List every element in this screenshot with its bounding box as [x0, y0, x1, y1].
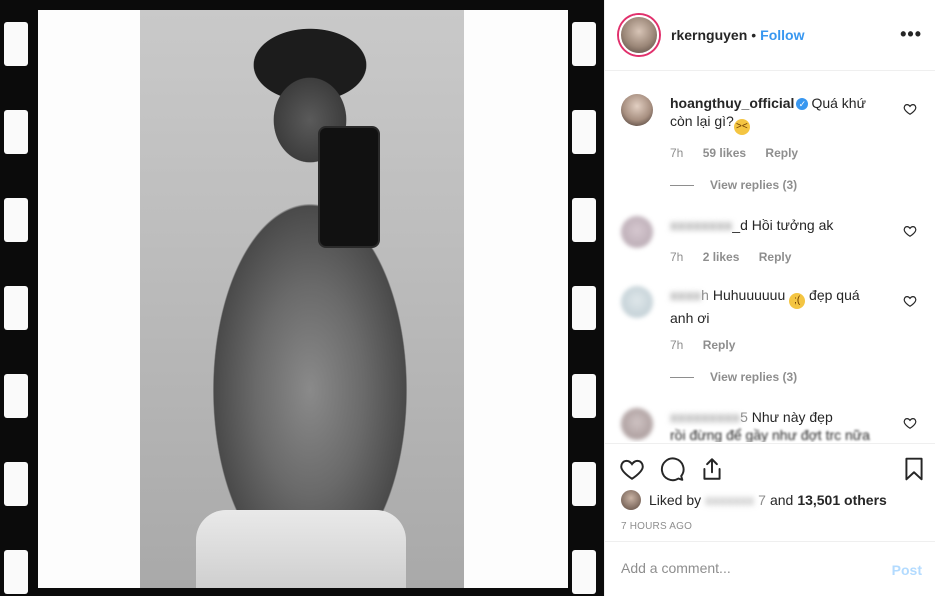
comment-text-after-emoji: đẹp quá [809, 287, 860, 303]
reply-button[interactable]: Reply [703, 338, 736, 352]
commenter-username-blurred[interactable]: xxxxxxxxx [670, 409, 740, 425]
commenter-username-visible[interactable]: h [701, 287, 709, 303]
comment-likes-count[interactable]: 59 likes [703, 146, 746, 160]
comment-meta: 7h 59 likes Reply [670, 146, 814, 160]
photo-frame [38, 10, 568, 588]
post-actions: Liked by xxxxxxx 7 and 13,501 others 7 HO… [605, 443, 935, 541]
more-options-icon[interactable]: ••• [900, 24, 922, 45]
photo-subject [140, 10, 464, 588]
film-sprockets-left [4, 0, 34, 596]
view-replies-button[interactable]: View replies (3) [670, 178, 797, 192]
commenter-avatar[interactable] [621, 286, 653, 318]
reply-button[interactable]: Reply [759, 250, 792, 264]
commenter-username-blurred[interactable]: xxxx [670, 287, 701, 303]
comment-text-line2: rồi đừng để gầy như đợt trc nữa [670, 427, 870, 442]
comment-time: 7h [670, 250, 684, 264]
add-comment-input[interactable] [621, 560, 871, 576]
post-comment-button[interactable]: Post [892, 562, 922, 578]
commenter-avatar[interactable] [621, 94, 653, 126]
comment-like-heart-icon[interactable] [903, 294, 917, 308]
share-icon[interactable] [699, 456, 725, 482]
header-separator: • [751, 27, 757, 43]
commenter-username-visible[interactable]: 5 [740, 409, 748, 425]
towel [196, 510, 406, 588]
comment-text-line2: anh ơi [670, 310, 710, 326]
verified-badge-icon: ✓ [796, 98, 809, 110]
author-username[interactable]: rkernguyen [671, 27, 747, 43]
commenter-username[interactable]: hoangthuy_official [670, 95, 794, 111]
like-heart-icon[interactable] [619, 456, 645, 482]
liker-username-blurred[interactable]: xxxxxxx [705, 492, 754, 508]
commenter-username-visible[interactable]: _d [732, 217, 748, 233]
post-image[interactable] [0, 0, 604, 596]
post-timestamp: 7 HOURS AGO [621, 521, 693, 532]
follow-button[interactable]: Follow [760, 27, 804, 43]
phone-in-mirror [318, 126, 380, 248]
liked-by-summary: Liked by xxxxxxx 7 and 13,501 others [621, 490, 887, 510]
liker-username-visible[interactable]: 7 [758, 492, 766, 508]
comment-meta: 7h Reply [670, 338, 751, 352]
comment-text: xxxxxxxx_d Hồi tưởng ak [670, 216, 895, 234]
others-likes-link[interactable]: 13,501 others [797, 492, 887, 508]
commenter-avatar[interactable] [621, 216, 653, 248]
commenter-username-blurred[interactable]: xxxxxxxx [670, 217, 732, 233]
bookmark-icon[interactable] [901, 456, 927, 482]
comment-like-heart-icon[interactable] [903, 102, 917, 116]
comment-text: xxxxh Huhuuuuuu ;( đẹp quá anh ơi [670, 286, 895, 327]
comment-text-line1: Hồi tưởng ak [751, 217, 834, 233]
persevering-face-emoji-icon: >< [733, 119, 750, 135]
comment-text: hoangthuy_official ✓ Quá khứ còn lại gì? >< [670, 94, 895, 135]
comment-time: 7h [670, 338, 684, 352]
comment-text-line1: Như này đẹp [751, 409, 833, 425]
comment-like-heart-icon[interactable] [903, 224, 917, 238]
post-side-panel: rkernguyen • Follow ••• hoangthuy_offici… [604, 0, 935, 596]
comments-list[interactable]: hoangthuy_official ✓ Quá khứ còn lại gì? ><… [605, 72, 935, 442]
comment-text-line1: Quá khứ [811, 95, 866, 111]
comment-bubble-icon[interactable] [659, 456, 685, 482]
reply-button[interactable]: Reply [765, 146, 798, 160]
comment-text-line2: còn lại gì? [670, 113, 734, 129]
liker-avatar[interactable] [621, 490, 641, 510]
comment-text: xxxxxxxxx5 Như này đẹp rồi đừng để gầy n… [670, 408, 895, 442]
film-sprockets-right [572, 0, 602, 596]
post-header: rkernguyen • Follow ••• [605, 0, 935, 71]
commenter-avatar[interactable] [621, 408, 653, 440]
comment-meta: 7h 2 likes Reply [670, 250, 807, 264]
comment-likes-count[interactable]: 2 likes [703, 250, 740, 264]
comment-like-heart-icon[interactable] [903, 416, 917, 430]
comment-text-line1: Huhuuuuuu [712, 287, 786, 303]
crying-face-emoji-icon: ;( [789, 293, 806, 309]
view-replies-button[interactable]: View replies (3) [670, 370, 797, 384]
add-comment-bar: Post [605, 541, 935, 596]
liked-by-label: Liked by [649, 492, 702, 508]
comment-time: 7h [670, 146, 684, 160]
and-label: and [769, 492, 794, 508]
author-avatar[interactable] [619, 15, 659, 55]
